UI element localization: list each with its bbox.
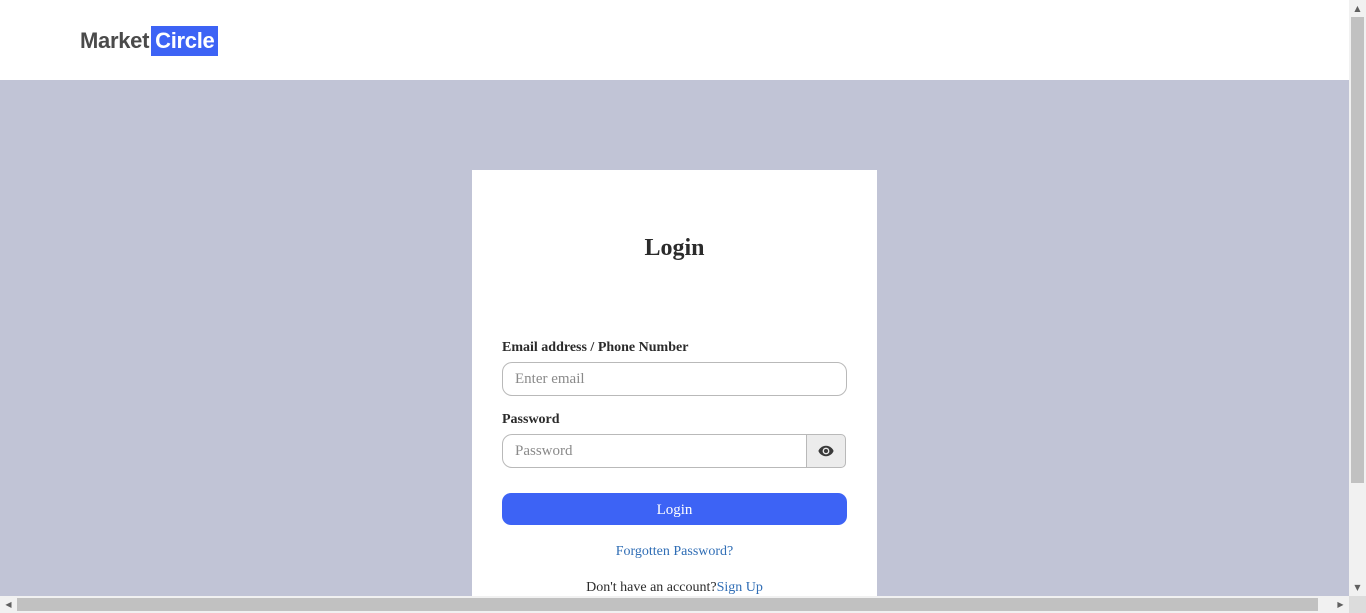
horizontal-scrollbar[interactable]: ◀ ▶ <box>0 596 1349 613</box>
show-password-button[interactable] <box>806 434 846 468</box>
login-card: Login Email address / Phone Number Passw… <box>472 170 877 596</box>
vertical-scrollbar-thumb[interactable] <box>1351 17 1364 483</box>
email-input[interactable] <box>502 362 847 396</box>
eye-icon <box>818 445 834 457</box>
login-button[interactable]: Login <box>502 493 847 525</box>
brand-logo[interactable]: Market Circle <box>80 26 219 56</box>
scroll-left-arrow-icon[interactable]: ◀ <box>0 596 17 613</box>
top-navbar: Market Circle <box>0 0 1349 80</box>
signup-link[interactable]: Sign Up <box>717 580 763 595</box>
page-viewport: Market Circle Login Email address / Phone… <box>0 0 1349 596</box>
signup-prompt: Don't have an account?Sign Up <box>472 579 877 596</box>
password-input[interactable] <box>502 434 807 468</box>
password-label: Password <box>502 412 560 427</box>
forgot-password-link[interactable]: Forgotten Password? <box>472 543 877 561</box>
logo-text-circle: Circle <box>151 26 219 56</box>
scroll-down-arrow-icon[interactable]: ▼ <box>1349 579 1366 596</box>
email-label: Email address / Phone Number <box>502 340 689 355</box>
scrollbar-corner <box>1349 596 1366 613</box>
login-title: Login <box>644 235 705 261</box>
scroll-right-arrow-icon[interactable]: ▶ <box>1332 596 1349 613</box>
logo-text-market: Market <box>80 28 150 53</box>
signup-prompt-text: Don't have an account? <box>586 580 717 595</box>
vertical-scrollbar[interactable]: ▲ ▼ <box>1349 0 1366 596</box>
scroll-up-arrow-icon[interactable]: ▲ <box>1349 0 1366 17</box>
horizontal-scrollbar-thumb[interactable] <box>17 598 1318 611</box>
